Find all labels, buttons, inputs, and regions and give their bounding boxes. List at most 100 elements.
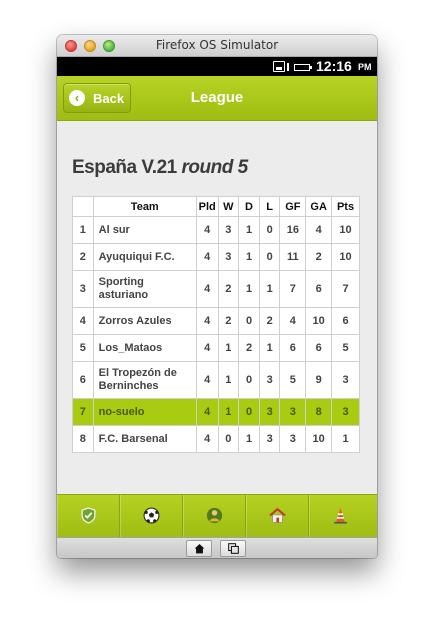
window-titlebar[interactable]: Firefox OS Simulator <box>57 35 377 57</box>
page-title: League <box>190 89 244 106</box>
row-l: 1 <box>258 270 281 308</box>
column-header-gf: GF <box>279 196 307 217</box>
status-ampm: PM <box>358 62 372 72</box>
row-d: 0 <box>238 361 260 399</box>
row-team: F.C. Barsenal <box>92 425 197 453</box>
column-header-rank <box>72 196 94 217</box>
row-w: 3 <box>217 243 240 271</box>
table-row[interactable]: 6 El Tropezón de Berninches 4 1 0 3 5 9 … <box>72 361 360 399</box>
row-pts: 1 <box>331 425 360 453</box>
main-content: España V.21 round 5 Team Pld W D L GF GA… <box>57 121 377 494</box>
soccer-ball-icon <box>143 507 160 524</box>
status-bar: 12:16 PM <box>57 57 377 76</box>
row-ga: 6 <box>305 334 333 362</box>
standings-table: Team Pld W D L GF GA Pts 1 Al sur 4 3 1 <box>72 196 360 453</box>
row-d: 2 <box>238 334 260 362</box>
row-pts: 10 <box>331 216 360 244</box>
row-w: 1 <box>217 334 240 362</box>
signal-icon <box>287 63 289 71</box>
back-button-label: Back <box>93 91 125 106</box>
row-rank: 6 <box>72 361 94 399</box>
bottom-tab-bar <box>57 494 377 538</box>
player-icon <box>206 507 223 524</box>
table-row[interactable]: 2 Ayuquiqui F.C. 4 3 1 0 11 2 10 <box>72 243 360 271</box>
window-title: Firefox OS Simulator <box>155 38 279 52</box>
simulator-home-button[interactable] <box>186 540 212 557</box>
row-w: 2 <box>217 307 240 335</box>
row-w: 3 <box>217 216 240 244</box>
simulator-bottom-bar <box>57 537 377 558</box>
simulator-windows-button[interactable] <box>220 540 246 557</box>
table-row[interactable]: 3 Sporting asturiano 4 2 1 1 7 6 7 <box>72 270 360 308</box>
table-header-row: Team Pld W D L GF GA Pts <box>72 196 360 217</box>
battery-icon <box>294 64 312 71</box>
column-header-l: L <box>258 196 281 217</box>
league-round: round 5 <box>181 157 249 178</box>
column-header-pts: Pts <box>331 196 360 217</box>
row-rank: 2 <box>72 243 94 271</box>
row-ga: 6 <box>305 270 333 308</box>
row-pld: 4 <box>195 216 219 244</box>
row-l: 3 <box>258 361 281 399</box>
row-rank: 7 <box>72 398 94 426</box>
row-pts: 7 <box>331 270 360 308</box>
row-l: 1 <box>258 334 281 362</box>
row-pts: 5 <box>331 334 360 362</box>
row-team: Los_Mataos <box>92 334 197 362</box>
row-team: Ayuquiqui F.C. <box>92 243 197 271</box>
row-ga: 4 <box>305 216 333 244</box>
row-w: 0 <box>217 425 240 453</box>
cone-icon <box>334 508 347 524</box>
tab-players[interactable] <box>183 495 246 538</box>
row-d: 1 <box>238 243 260 271</box>
shield-icon <box>81 507 96 524</box>
row-d: 1 <box>238 425 260 453</box>
tab-matches[interactable] <box>120 495 183 538</box>
app-header: ‹ Back League <box>57 76 377 121</box>
table-row[interactable]: 8 F.C. Barsenal 4 0 1 3 3 10 1 <box>72 425 360 453</box>
home-icon <box>269 507 286 523</box>
back-arrow-icon: ‹ <box>69 90 85 106</box>
status-clock: 12:16 <box>316 58 352 74</box>
tab-training[interactable] <box>309 495 377 538</box>
row-w: 2 <box>217 270 240 308</box>
row-pld: 4 <box>195 425 219 453</box>
row-d: 0 <box>238 307 260 335</box>
column-header-pld: Pld <box>195 196 219 217</box>
row-rank: 8 <box>72 425 94 453</box>
back-button[interactable]: ‹ Back <box>63 83 131 113</box>
table-row[interactable]: 1 Al sur 4 3 1 0 16 4 10 <box>72 216 360 244</box>
row-pld: 4 <box>195 307 219 335</box>
column-header-w: W <box>217 196 240 217</box>
row-rank: 3 <box>72 270 94 308</box>
tab-shield[interactable] <box>57 495 120 538</box>
row-pts: 6 <box>331 307 360 335</box>
table-row[interactable]: 4 Zorros Azules 4 2 0 2 4 10 6 <box>72 307 360 335</box>
row-l: 3 <box>258 398 281 426</box>
table-row[interactable]: 5 Los_Mataos 4 1 2 1 6 6 5 <box>72 334 360 362</box>
row-team: Sporting asturiano <box>92 270 197 308</box>
column-header-d: D <box>238 196 260 217</box>
tab-home[interactable] <box>246 495 309 538</box>
row-gf: 3 <box>279 425 307 453</box>
row-ga: 9 <box>305 361 333 399</box>
row-l: 3 <box>258 425 281 453</box>
row-l: 0 <box>258 216 281 244</box>
row-w: 1 <box>217 398 240 426</box>
row-w: 1 <box>217 361 240 399</box>
row-rank: 5 <box>72 334 94 362</box>
simulator-window: Firefox OS Simulator 12:16 PM ‹ Back Lea… <box>57 35 377 558</box>
home-icon <box>194 544 205 554</box>
row-team: El Tropezón de Berninches <box>92 361 197 399</box>
column-header-team: Team <box>92 196 197 217</box>
row-pld: 4 <box>195 334 219 362</box>
row-pts: 3 <box>331 398 360 426</box>
row-ga: 10 <box>305 307 333 335</box>
row-pts: 10 <box>331 243 360 271</box>
row-pld: 4 <box>195 398 219 426</box>
row-l: 2 <box>258 307 281 335</box>
row-ga: 8 <box>305 398 333 426</box>
table-row-highlighted[interactable]: 7 no-suelo 4 1 0 3 3 8 3 <box>72 398 360 426</box>
league-name: España V.21 <box>72 157 177 178</box>
row-gf: 4 <box>279 307 307 335</box>
